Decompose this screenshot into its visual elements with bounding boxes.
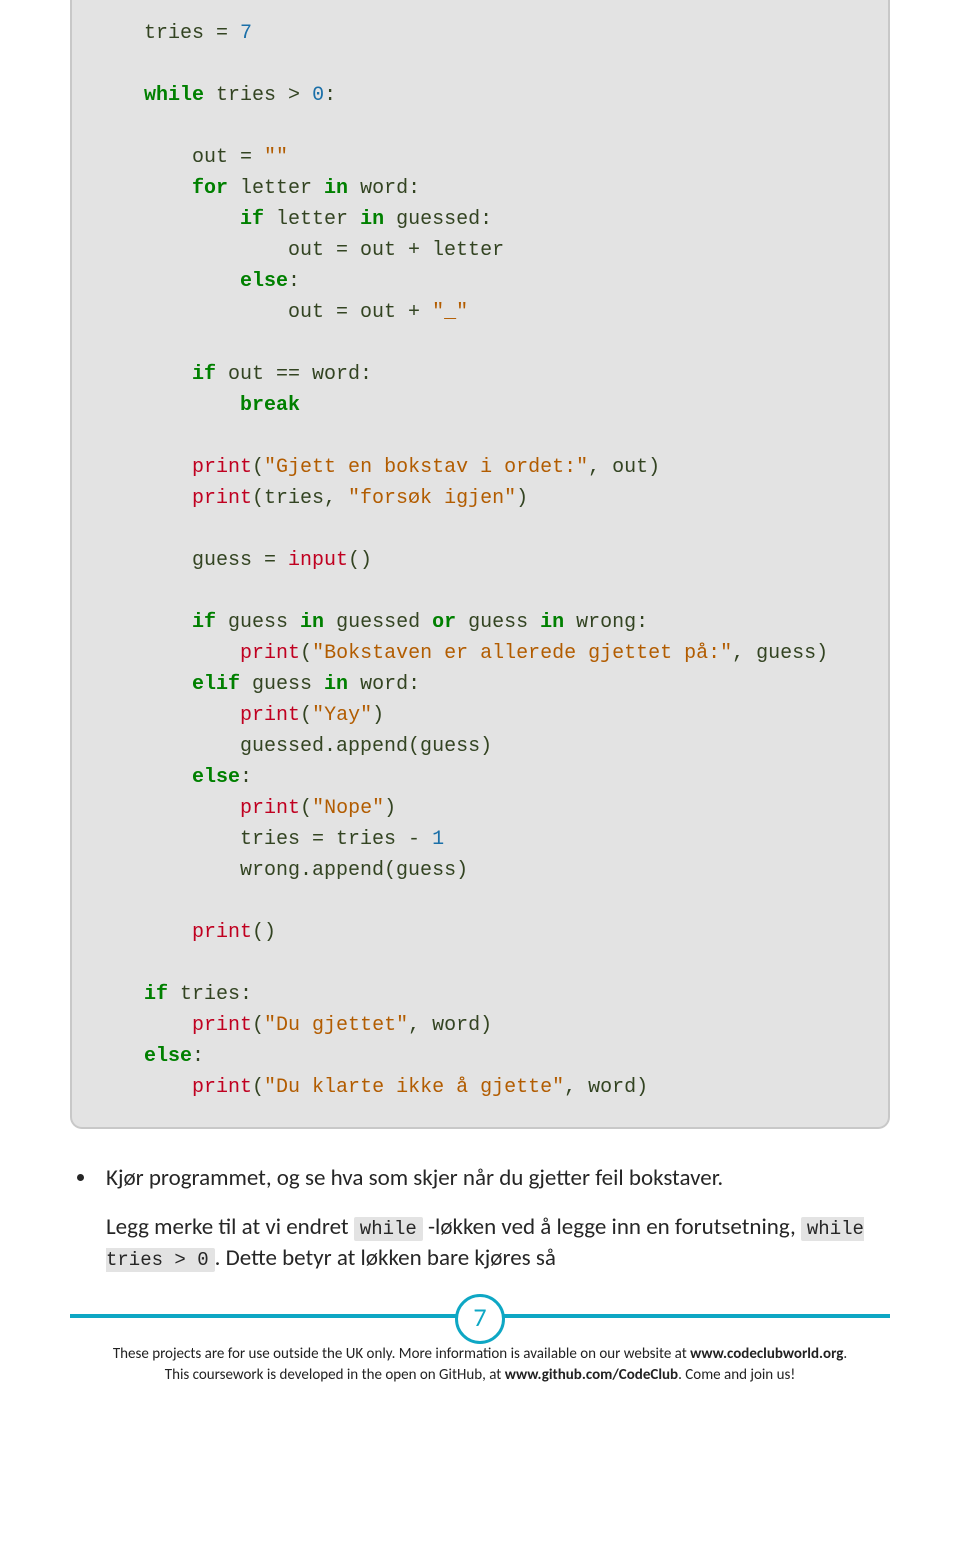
footer-link-text: www.github.com/CodeClub bbox=[505, 1366, 678, 1384]
code-fn: print bbox=[192, 456, 252, 479]
code-text: guessed bbox=[324, 611, 432, 634]
code-string: "Du gjettet" bbox=[264, 1014, 408, 1037]
code-string: "Gjett en bokstav i ordet:" bbox=[264, 456, 588, 479]
code-text: ( bbox=[252, 456, 264, 479]
code-text: word: bbox=[348, 673, 420, 696]
code-fn: print bbox=[240, 704, 300, 727]
code-text: : bbox=[240, 766, 252, 789]
code-text: guess bbox=[240, 673, 324, 696]
paragraph-text: Legg merke til at vi endret bbox=[106, 1213, 354, 1241]
code-fn: print bbox=[240, 642, 300, 665]
code-number: 1 bbox=[432, 828, 444, 851]
code-text: letter bbox=[264, 208, 360, 231]
code-text: tries = bbox=[144, 22, 240, 45]
code-text: ( bbox=[300, 797, 312, 820]
code-keyword: for bbox=[192, 177, 228, 200]
code-keyword: if bbox=[240, 208, 264, 231]
code-string: "" bbox=[264, 146, 288, 169]
code-keyword: elif bbox=[192, 673, 240, 696]
code-string: "Du klarte ikke å gjette" bbox=[264, 1076, 564, 1099]
code-text: guess bbox=[216, 611, 300, 634]
code-text: wrong.append(guess) bbox=[240, 859, 468, 882]
code-text: , guess) bbox=[732, 642, 828, 665]
footer-line: This coursework is developed in the open… bbox=[165, 1366, 505, 1384]
code-keyword: else bbox=[240, 270, 288, 293]
code-text: () bbox=[252, 921, 276, 944]
code-text: , word) bbox=[408, 1014, 492, 1037]
page-number: 7 bbox=[473, 1301, 486, 1333]
code-text: guess bbox=[456, 611, 540, 634]
code-number: 0 bbox=[312, 84, 324, 107]
code-text: wrong: bbox=[564, 611, 648, 634]
code-text: : bbox=[324, 84, 336, 107]
code-fn: print bbox=[192, 1076, 252, 1099]
code-text: ) bbox=[516, 487, 528, 510]
code-text: tries > bbox=[204, 84, 312, 107]
code-number: 7 bbox=[240, 22, 252, 45]
code-fn: print bbox=[240, 797, 300, 820]
code-text: letter bbox=[228, 177, 324, 200]
footer-text: These projects are for use outside the U… bbox=[70, 1344, 890, 1386]
code-text: out == word: bbox=[216, 363, 372, 386]
code-keyword: if bbox=[192, 611, 216, 634]
code-string: "Bokstaven er allerede gjettet på:" bbox=[312, 642, 732, 665]
page-container: tries = 7 while tries > 0: out = "" for … bbox=[0, 0, 960, 1544]
code-text: : bbox=[192, 1045, 204, 1068]
code-text: ) bbox=[384, 797, 396, 820]
code-string: "Yay" bbox=[312, 704, 372, 727]
code-text: out = bbox=[192, 146, 264, 169]
inline-code: while bbox=[354, 1217, 423, 1241]
page-number-badge: 7 bbox=[455, 1294, 505, 1344]
code-text: tries: bbox=[168, 983, 252, 1006]
code-text: word: bbox=[348, 177, 420, 200]
code-keyword: else bbox=[192, 766, 240, 789]
code-keyword: else bbox=[144, 1045, 192, 1068]
code-keyword: in bbox=[324, 673, 348, 696]
code-keyword: if bbox=[192, 363, 216, 386]
code-text: ( bbox=[300, 642, 312, 665]
code-string: "_" bbox=[432, 301, 468, 324]
footer-separator: 7 bbox=[70, 1314, 890, 1318]
code-text: , word) bbox=[564, 1076, 648, 1099]
code-text: out = out + bbox=[288, 301, 432, 324]
code-keyword: while bbox=[144, 84, 204, 107]
code-text: guessed: bbox=[384, 208, 492, 231]
footer-line: These projects are for use outside the U… bbox=[113, 1345, 690, 1363]
code-keyword: in bbox=[540, 611, 564, 634]
code-keyword: in bbox=[300, 611, 324, 634]
code-keyword: if bbox=[144, 983, 168, 1006]
code-block: tries = 7 while tries > 0: out = "" for … bbox=[70, 0, 890, 1129]
code-text: ( bbox=[252, 1076, 264, 1099]
body-text: Kjør programmet, og se hva som skjer når… bbox=[70, 1163, 890, 1274]
code-keyword: in bbox=[360, 208, 384, 231]
code-text: , out) bbox=[588, 456, 660, 479]
bullet-item: Kjør programmet, og se hva som skjer når… bbox=[98, 1163, 890, 1194]
footer-line: . Come and join us! bbox=[678, 1366, 795, 1384]
code-text: tries = tries - bbox=[240, 828, 432, 851]
code-text: ( bbox=[300, 704, 312, 727]
paragraph-text: . Dette betyr at løkken bare kjøres så bbox=[215, 1244, 556, 1272]
code-text: ( bbox=[252, 1014, 264, 1037]
footer-line: . bbox=[843, 1345, 847, 1363]
code-text: guess = bbox=[192, 549, 288, 572]
code-fn: print bbox=[192, 921, 252, 944]
bullet-text: Kjør programmet, og se hva som skjer når… bbox=[106, 1164, 723, 1192]
code-text: guessed.append(guess) bbox=[240, 735, 492, 758]
code-string: "Nope" bbox=[312, 797, 384, 820]
code-text: : bbox=[288, 270, 300, 293]
code-string: "forsøk igjen" bbox=[348, 487, 516, 510]
code-text: (tries, bbox=[252, 487, 348, 510]
code-keyword: or bbox=[432, 611, 456, 634]
code-fn: input bbox=[288, 549, 348, 572]
code-keyword: break bbox=[240, 394, 300, 417]
code-text: ) bbox=[372, 704, 384, 727]
code-fn: print bbox=[192, 487, 252, 510]
code-fn: print bbox=[192, 1014, 252, 1037]
code-text: () bbox=[348, 549, 372, 572]
paragraph-text: -løkken ved å legge inn en forutsetning, bbox=[423, 1213, 801, 1241]
footer-link-text: www.codeclubworld.org bbox=[690, 1345, 843, 1363]
code-text: out = out + letter bbox=[288, 239, 504, 262]
code-keyword: in bbox=[324, 177, 348, 200]
